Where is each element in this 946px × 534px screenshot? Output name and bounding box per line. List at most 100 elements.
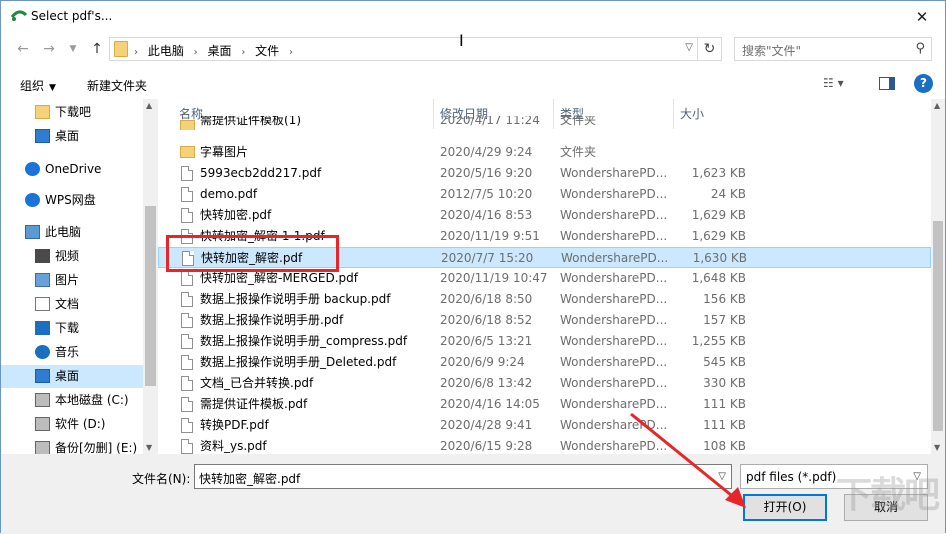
scroll-down-icon[interactable]: ▼ <box>934 443 940 452</box>
watermark-logo: 下载吧 <box>836 475 940 516</box>
sidebar-item[interactable]: OneDrive <box>1 158 143 181</box>
file-icon <box>181 355 193 370</box>
sidebar-item[interactable]: 下载 <box>1 317 143 340</box>
file-icon <box>181 397 193 412</box>
file-row[interactable]: 字幕图片 2020/4/29 9:24 文件夹 <box>158 142 931 163</box>
sidebar-item[interactable]: 桌面 <box>1 125 143 148</box>
file-name: 数据上报操作说明手册.pdf <box>200 313 344 327</box>
file-row[interactable]: 文档_已合并转换.pdf 2020/6/8 13:42 WondersharePD.… <box>158 373 931 394</box>
refresh-icon[interactable]: ↻ <box>698 37 722 61</box>
sidebar-item[interactable]: 视频 <box>1 245 143 268</box>
scroll-up-icon[interactable]: ▲ <box>146 101 152 110</box>
up-arrow-icon[interactable]: ↑ <box>87 38 107 60</box>
breadcrumb-item[interactable]: 桌面 <box>208 44 232 58</box>
cloud-icon <box>25 193 40 207</box>
back-arrow-icon[interactable]: ← <box>13 38 33 60</box>
file-type: WondersharePD... <box>560 439 668 453</box>
address-bar[interactable]: › 此电脑 › 桌面 › 文件 › ▽ <box>109 37 698 61</box>
search-input[interactable]: 搜索"文件" ⚲ <box>734 37 932 61</box>
file-row[interactable]: 资料_ys.pdf 2020/6/15 9:28 WondersharePD... 1… <box>158 436 931 454</box>
close-icon[interactable]: ✕ <box>899 1 945 32</box>
file-date: 2020/5/16 9:20 <box>440 166 533 180</box>
forward-arrow-icon[interactable]: → <box>39 38 59 60</box>
computer-icon <box>25 225 40 239</box>
file-row[interactable]: 需提供证件模板.pdf 2020/4/16 14:05 WondersharePD.… <box>158 394 931 415</box>
open-button[interactable]: 打开(O) <box>743 494 827 521</box>
sidebar-item-label: 桌面 <box>55 129 80 143</box>
sidebar-item-label: 图片 <box>55 273 80 287</box>
chevron-right-icon[interactable]: › <box>241 47 245 58</box>
chevron-down-icon[interactable]: ▽ <box>685 42 693 53</box>
recent-chevron-down-icon[interactable]: ▼ <box>63 38 83 60</box>
file-type: WondersharePD... <box>560 229 668 243</box>
file-row[interactable]: 快转加密.pdf 2020/4/16 8:53 WondersharePD... 1,… <box>158 205 931 226</box>
navigation-pane: 下载吧 桌面 OneDrive WPS网盘 此电脑 视频 图片 文档 下载 音乐 桌面 本地磁盘 (C… <box>1 99 158 454</box>
file-name: 字幕图片 <box>200 145 249 159</box>
chevron-down-icon[interactable]: ▽ <box>718 471 726 482</box>
scrollbar-thumb[interactable] <box>933 221 943 431</box>
file-date: 2020/4/29 9:24 <box>440 145 533 159</box>
file-icon <box>181 418 193 433</box>
file-name: 数据上报操作说明手册_compress.pdf <box>200 334 408 348</box>
filename-input[interactable]: 快转加密_解密.pdf ▽ <box>194 464 732 489</box>
file-row[interactable]: 数据上报操作说明手册_Deleted.pdf 2020/6/9 9:24 Wonde… <box>158 352 931 373</box>
file-type: WondersharePD... <box>561 251 669 265</box>
sidebar-item[interactable]: 桌面 <box>1 365 143 388</box>
breadcrumb-item[interactable]: 文件 <box>255 44 279 58</box>
sidebar-item[interactable]: 图片 <box>1 269 143 292</box>
sidebar-item-label: 视频 <box>55 249 80 263</box>
sidebar-item[interactable]: 本地磁盘 (C:) <box>1 389 143 412</box>
caret-down-icon: ▼ <box>49 83 56 93</box>
file-row[interactable]: 数据上报操作说明手册_compress.pdf 2020/6/5 13:21 Won… <box>158 331 931 352</box>
cloud-icon <box>25 162 40 176</box>
file-date: 2020/6/18 8:50 <box>440 292 533 306</box>
sidebar-item[interactable]: 此电脑 <box>1 221 143 244</box>
file-list: ^ 名称 修改日期 类型 大小 需提供证件模板(1) 2020/4/17 11:2… <box>158 99 931 454</box>
chevron-right-icon[interactable]: › <box>134 47 138 58</box>
sidebar-item[interactable]: 音乐 <box>1 341 143 364</box>
file-date: 2020/4/17 11:24 <box>440 116 540 127</box>
sidebar-item[interactable]: WPS网盘 <box>1 189 143 212</box>
sidebar-item[interactable]: 文档 <box>1 293 143 316</box>
file-size: 1,623 KB <box>691 166 746 180</box>
file-list-scrollbar[interactable]: ▲ ▼ <box>931 99 945 454</box>
file-size: 156 KB <box>703 292 746 306</box>
new-folder-button[interactable]: 新建文件夹 <box>87 77 147 94</box>
sidebar-item[interactable]: 下载吧 <box>1 101 143 124</box>
file-name: 快转加密.pdf <box>200 208 272 222</box>
search-placeholder: 搜索"文件" <box>742 44 802 58</box>
sidebar-item-label: 软件 (D:) <box>55 417 106 431</box>
title-bar[interactable]: Select pdf's... ✕ <box>1 1 945 32</box>
chevron-right-icon[interactable]: › <box>289 47 293 58</box>
file-date: 2020/6/5 13:21 <box>440 334 533 348</box>
file-row[interactable]: 数据上报操作说明手册.pdf 2020/6/18 8:52 WondershareP… <box>158 310 931 331</box>
help-icon[interactable]: ? <box>914 74 933 93</box>
file-row[interactable]: 转换PDF.pdf 2020/4/28 9:41 WondersharePD... 1… <box>158 415 931 436</box>
scroll-up-icon[interactable]: ▲ <box>934 101 940 110</box>
file-size: 157 KB <box>703 313 746 327</box>
scrollbar-thumb[interactable] <box>145 206 156 386</box>
preview-pane-icon[interactable] <box>879 77 895 90</box>
file-size: 24 KB <box>710 187 746 201</box>
file-row[interactable]: demo.pdf 2012/7/5 10:20 WondersharePD... 24… <box>158 184 931 205</box>
sidebar-item[interactable]: 软件 (D:) <box>1 413 143 436</box>
file-type: WondersharePD... <box>560 292 668 306</box>
view-options-icon[interactable]: ☷ ▾ <box>823 76 851 92</box>
file-row[interactable]: 5993ecb2dd217.pdf 2020/5/16 9:20 Wondersha… <box>158 163 931 184</box>
file-name: demo.pdf <box>200 187 258 201</box>
document-icon <box>35 297 50 311</box>
scroll-down-icon[interactable]: ▼ <box>146 443 152 452</box>
file-row[interactable]: 需提供证件模板(1) 2020/4/17 11:24 文件夹 <box>158 116 931 130</box>
file-size: 1,255 KB <box>691 334 746 348</box>
sidebar-item-label: 音乐 <box>55 345 80 359</box>
file-row[interactable]: 数据上报操作说明手册 backup.pdf 2020/6/18 8:50 Wonde… <box>158 289 931 310</box>
sidebar-item[interactable]: 备份[勿删] (E:) <box>1 437 143 454</box>
chevron-right-icon[interactable]: › <box>194 47 198 58</box>
file-size: 1,648 KB <box>691 271 746 285</box>
file-type: WondersharePD... <box>560 208 668 222</box>
file-icon <box>181 313 193 328</box>
navigation-scrollbar[interactable]: ▲ ▼ <box>143 99 158 454</box>
folder-icon <box>180 120 195 130</box>
organize-button[interactable]: 组织 ▼ <box>20 77 56 94</box>
breadcrumb-item[interactable]: 此电脑 <box>148 44 184 58</box>
